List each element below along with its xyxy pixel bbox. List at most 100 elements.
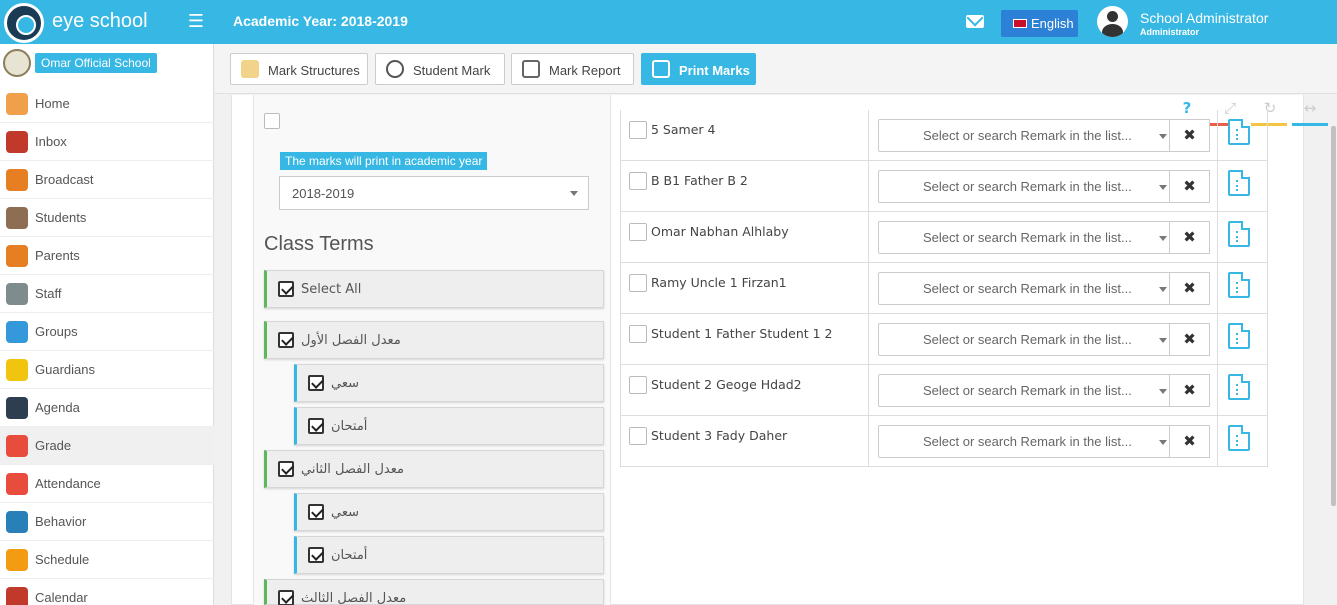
student-mark-label: Student Mark	[413, 63, 491, 78]
term-checkbox[interactable]	[278, 281, 294, 297]
mark-structures-label: Mark Structures	[268, 63, 360, 78]
clear-remark-button[interactable]: ✖	[1169, 425, 1210, 458]
term-checkbox[interactable]	[278, 590, 294, 605]
sidebar-item-broadcast[interactable]: Broadcast	[0, 161, 214, 199]
zip-file-icon[interactable]	[1228, 170, 1250, 196]
table-row: 5 Samer 4 Select or search Remark in the …	[621, 110, 1267, 161]
mail-icon[interactable]	[966, 15, 984, 28]
term-label: معدل الفصل الثالث	[301, 591, 407, 605]
class-term-item[interactable]: سعي	[294, 364, 604, 402]
table-row: Student 3 Fady Daher Select or search Rem…	[621, 416, 1267, 467]
remark-select[interactable]: Select or search Remark in the list...	[878, 170, 1170, 203]
sidebar-item-label: Staff	[35, 286, 62, 301]
print-marks-button[interactable]: Print Marks	[641, 53, 756, 85]
clear-remark-button[interactable]: ✖	[1169, 170, 1210, 203]
page-scrollbar-thumb[interactable]	[1331, 126, 1336, 506]
sidebar-item-schedule[interactable]: Schedule	[0, 541, 214, 579]
remark-select[interactable]: Select or search Remark in the list...	[878, 425, 1170, 458]
sidebar-item-calendar[interactable]: Calendar	[0, 579, 214, 605]
clear-remark-button[interactable]: ✖	[1169, 119, 1210, 152]
zip-file-icon[interactable]	[1228, 221, 1250, 247]
sidebar-item-inbox[interactable]: Inbox	[0, 123, 214, 161]
calendar-icon	[6, 587, 28, 605]
class-term-item[interactable]: معدل الفصل الثاني	[264, 450, 604, 488]
collapse-icon[interactable]: ↔	[1300, 98, 1320, 118]
term-label: معدل الفصل الثاني	[301, 462, 404, 477]
zip-file-icon[interactable]	[1228, 323, 1250, 349]
remark-placeholder: Select or search Remark in the list...	[923, 332, 1132, 347]
sidebar-item-home[interactable]: Home	[0, 85, 214, 123]
term-checkbox[interactable]	[308, 375, 324, 391]
sidebar-item-students[interactable]: Students	[0, 199, 214, 237]
student-cell: 5 Samer 4	[621, 110, 869, 160]
student-mark-button[interactable]: Student Mark	[375, 53, 505, 85]
term-checkbox[interactable]	[278, 461, 294, 477]
sidebar-item-groups[interactable]: Groups	[0, 313, 214, 351]
avatar[interactable]	[1097, 6, 1128, 37]
class-term-item[interactable]: معدل الفصل الأول	[264, 321, 604, 359]
sidebar-item-agenda[interactable]: Agenda	[0, 389, 214, 427]
language-label: English	[1031, 16, 1074, 31]
parents-icon	[6, 245, 28, 267]
report-cell	[1219, 212, 1269, 262]
student-mark-icon	[386, 60, 404, 78]
term-checkbox[interactable]	[278, 332, 294, 348]
zip-file-icon[interactable]	[1228, 425, 1250, 451]
mark-report-button[interactable]: Mark Report	[511, 53, 634, 85]
term-checkbox[interactable]	[308, 504, 324, 520]
student-checkbox[interactable]	[629, 376, 647, 394]
remark-select[interactable]: Select or search Remark in the list...	[878, 119, 1170, 152]
clear-remark-button[interactable]: ✖	[1169, 323, 1210, 356]
remark-select[interactable]: Select or search Remark in the list...	[878, 374, 1170, 407]
grade-icon	[6, 435, 28, 457]
sidebar-item-grade[interactable]: Grade	[0, 427, 214, 465]
zip-file-icon[interactable]	[1228, 272, 1250, 298]
student-checkbox[interactable]	[629, 223, 647, 241]
clear-remark-button[interactable]: ✖	[1169, 272, 1210, 305]
student-checkbox[interactable]	[629, 427, 647, 445]
sidebar-item-staff[interactable]: Staff	[0, 275, 214, 313]
clear-remark-button[interactable]: ✖	[1169, 374, 1210, 407]
remark-select[interactable]: Select or search Remark in the list...	[878, 272, 1170, 305]
select-all-term[interactable]: Select All	[264, 270, 604, 308]
sidebar-item-label: Inbox	[35, 134, 67, 149]
student-cell: Ramy Uncle 1 Firzan1	[621, 263, 869, 313]
class-term-item[interactable]: سعي	[294, 493, 604, 531]
sidebar-item-behavior[interactable]: Behavior	[0, 503, 214, 541]
sidebar-item-attendance[interactable]: Attendance	[0, 465, 214, 503]
student-checkbox[interactable]	[629, 274, 647, 292]
class-term-item[interactable]: معدل الفصل الثالث	[264, 579, 604, 605]
zip-file-icon[interactable]	[1228, 119, 1250, 145]
school-name[interactable]: Omar Official School	[35, 53, 157, 73]
language-button[interactable]: English	[1001, 10, 1078, 37]
sidebar-item-parents[interactable]: Parents	[0, 237, 214, 275]
school-selector[interactable]: Omar Official School	[0, 44, 214, 84]
student-checkbox[interactable]	[629, 121, 647, 139]
mark-structures-button[interactable]: Mark Structures	[230, 53, 368, 85]
class-term-item[interactable]: أمتحان	[294, 536, 604, 574]
sidebar-item-label: Schedule	[35, 552, 90, 567]
term-checkbox[interactable]	[308, 547, 324, 563]
academic-year-select[interactable]: 2018-2019	[279, 176, 589, 210]
chevron-down-icon	[1159, 134, 1167, 139]
remark-select[interactable]: Select or search Remark in the list...	[878, 221, 1170, 254]
clear-remark-button[interactable]: ✖	[1169, 221, 1210, 254]
zip-file-icon[interactable]	[1228, 374, 1250, 400]
top-checkbox[interactable]	[264, 113, 280, 129]
remark-select[interactable]: Select or search Remark in the list...	[878, 323, 1170, 356]
sidebar-item-guardians[interactable]: Guardians	[0, 351, 214, 389]
report-cell	[1219, 314, 1269, 364]
hamburger-menu-icon[interactable]: ☰	[186, 12, 206, 32]
student-checkbox[interactable]	[629, 172, 647, 190]
chevron-down-icon	[570, 191, 578, 196]
user-name[interactable]: School Administrator	[1140, 10, 1268, 26]
eye-school-logo-icon[interactable]	[4, 3, 44, 43]
mark-report-label: Mark Report	[549, 63, 621, 78]
remark-placeholder: Select or search Remark in the list...	[923, 281, 1132, 296]
uk-flag-icon	[1013, 19, 1027, 29]
class-term-item[interactable]: أمتحان	[294, 407, 604, 445]
chevron-down-icon	[1159, 236, 1167, 241]
student-checkbox[interactable]	[629, 325, 647, 343]
term-checkbox[interactable]	[308, 418, 324, 434]
student-cell: Omar Nabhan Alhlaby	[621, 212, 869, 262]
